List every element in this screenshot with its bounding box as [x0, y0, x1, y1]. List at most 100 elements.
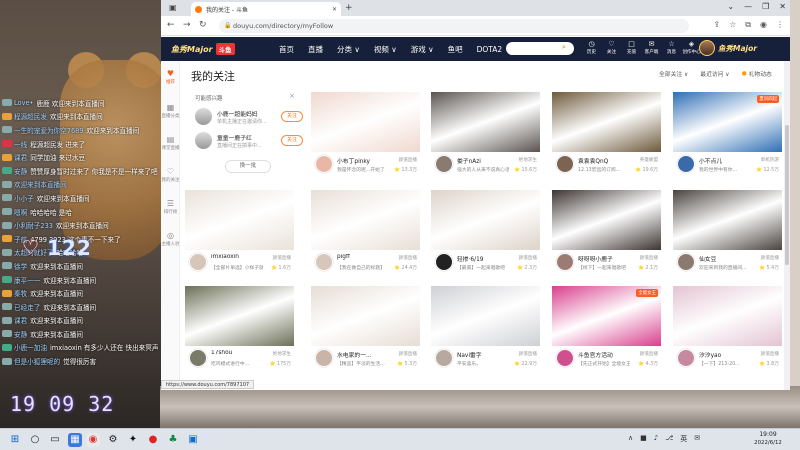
nav-item[interactable]: 直播 [308, 44, 323, 55]
recommend-item[interactable]: 小鹿一超能妈妈 单机主播正在邀请你... 关注 [195, 107, 303, 129]
stream-title[interactable]: 【线下】一起来唱歌吧 [578, 264, 630, 271]
close-icon[interactable]: × [289, 92, 295, 100]
header-creator-button[interactable]: ◈ 创作中心 [682, 39, 700, 59]
stream-card[interactable]: 呀呀呀小鹿子 颜值直播 【线下】一起来唱歌吧 ⭐ 2.1万 [552, 190, 661, 277]
app-icon[interactable]: ● [146, 433, 160, 447]
stream-card[interactable]: 全能女王 斗鱼官方活动 颜值直播 【先正式开始】全能女王 ⭐ 4.3万 [552, 286, 661, 373]
recommend-item[interactable]: 童童一鹿子红 直播间正在搞事中... 关注 [195, 131, 303, 153]
streamer-name[interactable]: 小不点儿 [699, 156, 749, 165]
stream-title[interactable]: 平安喜乐。 [457, 360, 509, 367]
lock-icon[interactable]: 🔒 [224, 22, 231, 29]
stream-category[interactable]: 绝地求生 [519, 157, 537, 163]
search-icon[interactable]: ○ [28, 433, 42, 447]
bookmark-star-icon[interactable]: ☆ [729, 20, 736, 30]
avatar[interactable] [435, 253, 453, 271]
avatar[interactable] [315, 349, 333, 367]
tray-expand-icon[interactable]: ∧ [628, 434, 633, 444]
filter-all-dropdown[interactable]: 全部关注 ∨ [659, 69, 688, 78]
stream-card[interactable]: imxiaoxin 颜值直播【全部片单选】小样子就是最好的 ⭐ 1.6万 [185, 190, 294, 277]
avatar[interactable] [677, 253, 695, 271]
site-logo[interactable]: 鱼秀Major 斗鱼 [171, 41, 251, 57]
stream-card[interactable]: 夏风四起 小不点儿 单机热游 我的世界中有你... ⭐ 12.5万 [673, 92, 782, 179]
share-icon[interactable]: ⇪ [713, 20, 720, 30]
stream-category[interactable]: 颜值直播 [761, 351, 779, 357]
stream-title[interactable]: 我是怀念的呢...开始了 [337, 166, 389, 173]
filter-recent-dropdown[interactable]: 最近访问 ∨ [700, 69, 729, 78]
windows-start-icon[interactable]: ⊞ [8, 433, 22, 447]
rail-item-1[interactable]: ▦ 直播分类 [161, 103, 180, 120]
nav-item[interactable]: DOTA2 [477, 45, 503, 54]
stream-thumbnail[interactable]: 全能女王 [552, 286, 661, 346]
header-history-button[interactable]: ◷ 历史 [583, 39, 600, 59]
taskbar-date[interactable]: 2022/6/12 [740, 440, 796, 446]
stream-thumbnail[interactable] [673, 286, 782, 346]
avatar[interactable] [435, 155, 453, 173]
user-menu[interactable]: 鱼秀Major [699, 40, 757, 56]
stream-title[interactable]: 【最美】一起来唱歌吧 [457, 264, 509, 271]
streamer-name[interactable]: 轻掺·6/19 [457, 254, 507, 263]
stream-title[interactable]: 欢迎来到我的直播间... [699, 264, 751, 271]
tab-close-icon[interactable]: ✕ [332, 6, 337, 13]
avatar[interactable] [556, 349, 574, 367]
stream-card[interactable]: 小布丁pinky 颜值直播 我是怀念的呢...开始了 ⭐ 13.3万 [311, 92, 420, 179]
recommend-name[interactable]: 小鹿一超能妈妈 [217, 109, 258, 118]
stream-category[interactable]: 颜值直播 [399, 351, 417, 357]
stream-thumbnail[interactable] [552, 92, 661, 152]
avatar[interactable] [189, 349, 207, 367]
streamer-name[interactable]: 17shou [211, 350, 261, 356]
stream-category[interactable]: 英雄联盟 [640, 157, 658, 163]
nav-item[interactable]: 鱼吧 [448, 44, 463, 55]
avatar[interactable] [315, 253, 333, 271]
stream-category[interactable]: 颜值直播 [519, 255, 537, 261]
stream-card[interactable]: 17shou 绝地求生 吃鸡模式进行中... ⭐ 175万 [185, 286, 294, 373]
streamer-name[interactable]: imxiaoxin [211, 254, 261, 260]
forward-icon[interactable]: → [183, 20, 191, 30]
search-icon[interactable]: ⌕ [556, 43, 572, 54]
stream-thumbnail[interactable] [673, 190, 782, 250]
extensions-icon[interactable]: ⧉ [745, 20, 751, 30]
stream-thumbnail[interactable] [431, 92, 540, 152]
stream-thumbnail[interactable] [311, 286, 420, 346]
stream-card[interactable]: pigff 颜值直播 【我在做自己的标题】 ⭐ 24.4万 [311, 190, 420, 277]
url-input[interactable]: douyu.com/directory/myFollow [219, 19, 689, 33]
stream-thumbnail[interactable]: 夏风四起 [673, 92, 782, 152]
stream-card[interactable]: 仙女豆 颜值直播 欢迎来到我的直播间... ⭐ 5.4万 [673, 190, 782, 277]
browser-tab[interactable]: 我的关注 - 斗鱼 ✕ [191, 2, 341, 16]
avatar[interactable] [699, 40, 715, 56]
stream-card[interactable]: 水电家的一... 颜值直播 【精品】平淡的生活... ⭐ 5.3万 [311, 286, 420, 373]
avatar[interactable] [195, 132, 212, 149]
app-icon[interactable]: ♣ [166, 433, 180, 447]
rail-item-0[interactable]: ♥ 推荐 [161, 69, 180, 86]
avatar[interactable] [189, 253, 207, 271]
stream-thumbnail[interactable] [431, 286, 540, 346]
stream-category[interactable]: 颜值直播 [640, 351, 658, 357]
stream-title[interactable]: 12.13宏远的订阅... [578, 166, 630, 173]
avatar[interactable] [195, 108, 212, 125]
input-method-label[interactable]: 英 [680, 434, 687, 444]
avatar[interactable] [677, 349, 695, 367]
taskbar-time[interactable]: 19:09 [748, 431, 788, 439]
rail-item-2[interactable]: ▤ 课堂直播 [161, 135, 180, 152]
nav-item[interactable]: 分类 ∨ [337, 44, 360, 55]
streamer-name[interactable]: Navi雷字 [457, 350, 507, 359]
header-recharge-button[interactable]: □ 充值 [623, 39, 640, 59]
tray-app-icon[interactable]: ■ [640, 434, 647, 444]
stream-category[interactable]: 颜值直播 [399, 255, 417, 261]
streamer-name[interactable]: 汐汐yao [699, 350, 749, 359]
rail-item-5[interactable]: ◎ 主播入驻 [161, 231, 180, 248]
header-follow-button[interactable]: ♡ 关注 [603, 39, 620, 59]
streamer-name[interactable]: 斗鱼官方活动 [578, 350, 628, 359]
avatar[interactable] [315, 155, 333, 173]
page-scrollbar[interactable] [784, 61, 790, 390]
nav-item[interactable]: 视频 ∨ [374, 44, 397, 55]
close-window-icon[interactable]: ✕ [779, 2, 786, 11]
stream-card[interactable]: Navi雷字 颜值直播 平安喜乐。 ⭐ 22.9万 [431, 286, 540, 373]
stream-category[interactable]: 颜值直播 [273, 255, 291, 261]
stream-title[interactable]: 【一下】213-20... [699, 360, 751, 367]
stream-category[interactable]: 颜值直播 [399, 157, 417, 163]
stream-card[interactable]: 袁袁袁QnQ 英雄联盟 12.13宏远的订阅... ⭐ 19.6万 [552, 92, 661, 179]
follow-button[interactable]: 关注 [281, 135, 303, 146]
stream-title[interactable]: 【我在做自己的标题】 [337, 264, 389, 271]
streamer-name[interactable]: pigff [337, 254, 387, 260]
notification-icon[interactable]: ✉ [694, 434, 700, 444]
